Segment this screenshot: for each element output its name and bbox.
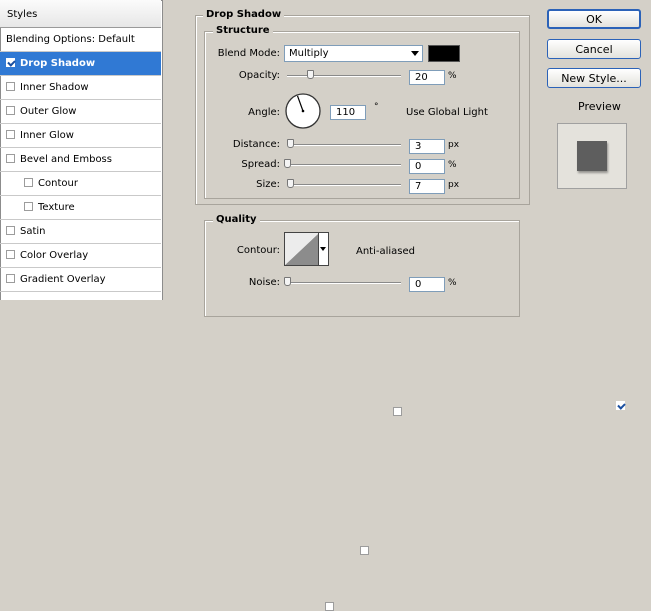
style-enable-checkbox[interactable] bbox=[24, 178, 33, 187]
spread-label: Spread: bbox=[241, 159, 280, 170]
styles-item-blending-options-default[interactable]: Blending Options: Default bbox=[0, 28, 161, 52]
style-enable-checkbox[interactable] bbox=[6, 106, 15, 115]
distance-label: Distance: bbox=[232, 139, 280, 150]
preview-checkbox[interactable] bbox=[615, 401, 625, 410]
noise-slider-thumb[interactable] bbox=[284, 277, 291, 286]
preview-swatch bbox=[577, 141, 607, 171]
styles-item-label: Outer Glow bbox=[20, 106, 77, 117]
structure-title: Structure bbox=[213, 25, 273, 36]
chevron-down-icon bbox=[320, 247, 326, 251]
size-slider[interactable] bbox=[287, 184, 401, 186]
styles-item-texture[interactable]: Texture bbox=[0, 196, 161, 220]
contour-dropdown-button[interactable] bbox=[318, 233, 328, 265]
angle-dial[interactable] bbox=[283, 91, 323, 131]
styles-item-satin[interactable]: Satin bbox=[0, 220, 161, 244]
style-enable-checkbox[interactable] bbox=[6, 250, 15, 259]
styles-header[interactable]: Styles bbox=[0, 0, 161, 28]
style-enable-checkbox[interactable] bbox=[6, 82, 15, 91]
size-input[interactable]: 7 bbox=[409, 179, 445, 194]
spread-slider-thumb[interactable] bbox=[284, 159, 291, 168]
opacity-slider[interactable] bbox=[287, 75, 401, 77]
cutoff-checkbox[interactable] bbox=[325, 602, 335, 611]
styles-item-gradient-overlay[interactable]: Gradient Overlay bbox=[0, 268, 161, 292]
contour-picker[interactable] bbox=[284, 232, 329, 266]
style-enable-checkbox[interactable] bbox=[6, 58, 15, 67]
ok-button[interactable]: OK bbox=[547, 9, 641, 29]
styles-item-outer-glow[interactable]: Outer Glow bbox=[0, 100, 161, 124]
blend-mode-select[interactable]: Multiply bbox=[284, 45, 423, 62]
noise-label: Noise: bbox=[248, 277, 280, 288]
size-label: Size: bbox=[256, 179, 280, 190]
styles-item-label: Inner Glow bbox=[20, 130, 74, 141]
styles-item-label: Bevel and Emboss bbox=[20, 154, 112, 165]
styles-item-label: Contour bbox=[38, 178, 78, 189]
use-global-light-checkbox[interactable] bbox=[393, 407, 402, 416]
size-unit: px bbox=[448, 180, 460, 190]
styles-item-label: Blending Options: Default bbox=[6, 34, 135, 45]
styles-item-drop-shadow[interactable]: Drop Shadow bbox=[0, 52, 161, 76]
drop-shadow-title: Drop Shadow bbox=[203, 9, 285, 20]
style-enable-checkbox[interactable] bbox=[6, 154, 15, 163]
preview-thumbnail bbox=[557, 123, 627, 189]
cancel-button[interactable]: Cancel bbox=[547, 39, 641, 59]
styles-item-contour[interactable]: Contour bbox=[0, 172, 161, 196]
noise-input[interactable]: 0 bbox=[409, 277, 445, 292]
styles-list-panel: Styles Blending Options: Default Drop Sha… bbox=[0, 0, 163, 300]
anti-aliased-label[interactable]: Anti-aliased bbox=[356, 246, 415, 257]
styles-item-label: Inner Shadow bbox=[20, 82, 89, 93]
style-enable-checkbox[interactable] bbox=[6, 274, 15, 283]
noise-unit: % bbox=[448, 278, 457, 288]
style-enable-checkbox[interactable] bbox=[24, 202, 33, 211]
noise-slider[interactable] bbox=[287, 282, 401, 284]
styles-item-label: Color Overlay bbox=[20, 250, 89, 261]
styles-item-inner-glow[interactable]: Inner Glow bbox=[0, 124, 161, 148]
styles-item-label: Drop Shadow bbox=[20, 58, 96, 69]
new-style-button[interactable]: New Style... bbox=[547, 68, 641, 88]
contour-linear-icon bbox=[285, 233, 319, 265]
styles-item-color-overlay[interactable]: Color Overlay bbox=[0, 244, 161, 268]
distance-slider-thumb[interactable] bbox=[287, 139, 295, 148]
style-enable-checkbox[interactable] bbox=[6, 130, 15, 139]
chevron-down-icon bbox=[411, 51, 419, 56]
opacity-unit: % bbox=[448, 71, 457, 81]
styles-item-label: Gradient Overlay bbox=[20, 274, 106, 285]
contour-label: Contour: bbox=[236, 245, 280, 256]
distance-input[interactable]: 3 bbox=[409, 139, 445, 154]
styles-item-bevel-and-emboss[interactable]: Bevel and Emboss bbox=[0, 148, 161, 172]
opacity-label: Opacity: bbox=[238, 70, 280, 81]
styles-item-inner-shadow[interactable]: Inner Shadow bbox=[0, 76, 161, 100]
angle-input[interactable]: 110 bbox=[330, 105, 366, 120]
distance-slider[interactable] bbox=[287, 144, 401, 146]
blend-mode-label: Blend Mode: bbox=[217, 48, 280, 59]
spread-unit: % bbox=[448, 160, 457, 170]
angle-label: Angle: bbox=[248, 107, 280, 118]
use-global-light-label[interactable]: Use Global Light bbox=[406, 107, 488, 118]
styles-item-label: Texture bbox=[38, 202, 75, 213]
opacity-slider-thumb[interactable] bbox=[306, 70, 314, 79]
spread-input[interactable]: 0 bbox=[409, 159, 445, 174]
angle-unit: ° bbox=[374, 102, 379, 112]
shadow-color-swatch[interactable] bbox=[428, 45, 460, 62]
anti-aliased-checkbox[interactable] bbox=[360, 546, 370, 555]
distance-unit: px bbox=[448, 140, 460, 150]
spread-slider[interactable] bbox=[287, 164, 401, 166]
quality-group bbox=[204, 220, 520, 317]
opacity-input[interactable]: 20 bbox=[409, 70, 445, 85]
quality-title: Quality bbox=[213, 214, 260, 225]
styles-item-label: Satin bbox=[20, 226, 46, 237]
preview-label[interactable]: Preview bbox=[578, 100, 621, 113]
size-slider-thumb[interactable] bbox=[287, 179, 295, 188]
blend-mode-value: Multiply bbox=[289, 48, 329, 59]
style-enable-checkbox[interactable] bbox=[6, 226, 15, 235]
